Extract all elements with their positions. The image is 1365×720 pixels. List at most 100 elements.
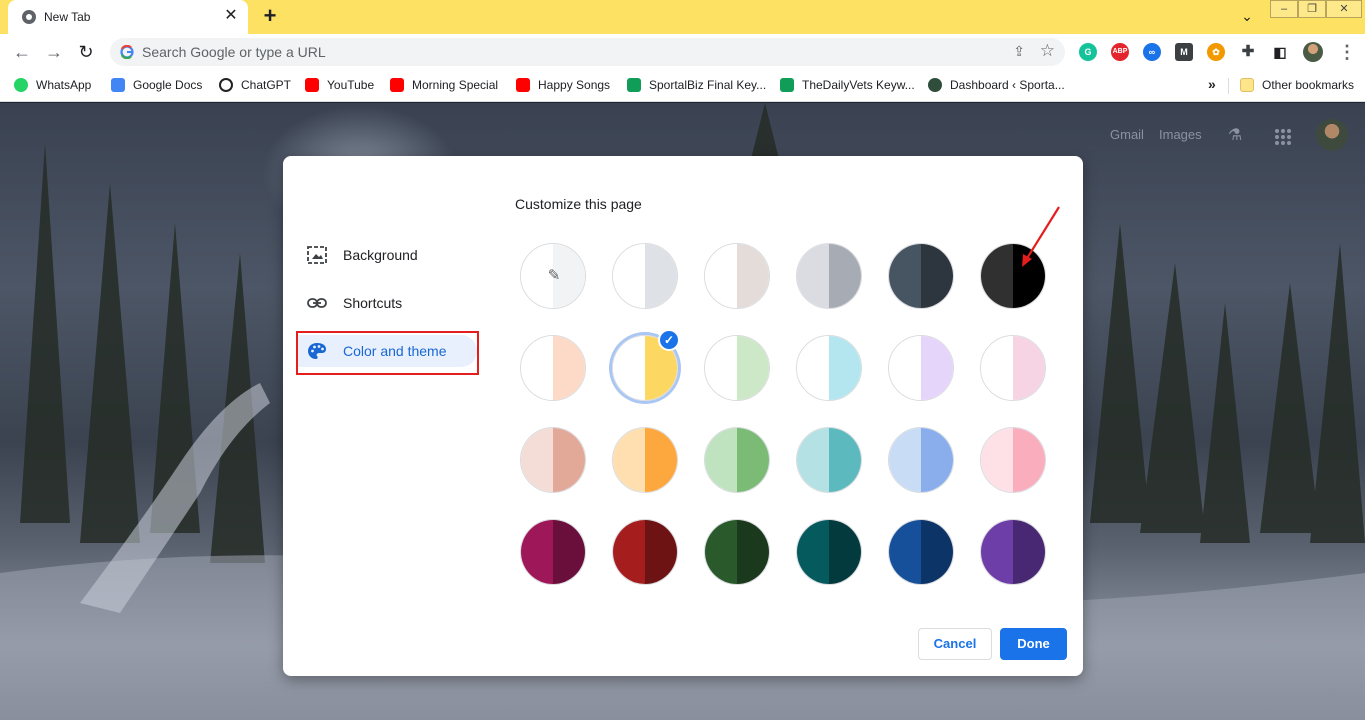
bookmark-label: Morning Special [412,78,499,92]
bookmark-star-icon[interactable]: ☆ [1040,41,1055,61]
eyedropper-icon: ✎ [547,267,561,284]
swatch-left-half [797,244,829,308]
reload-button[interactable]: ↻ [74,40,98,64]
kebab-menu-icon[interactable]: ⋮ [1338,41,1356,63]
google-apps-grid-icon[interactable] [1273,127,1293,147]
bookmark-label: ChatGPT [241,78,292,92]
bookmark-youtube[interactable]: YouTube [305,78,374,94]
new-tab-button[interactable]: + [258,5,282,29]
browser-toolbar: ← → ↻ Search Google or type a URL ⇪ ☆ G … [0,34,1365,70]
chevron-down-icon[interactable]: ⌄ [1237,6,1257,26]
tab-new-tab[interactable]: New Tab ✕ [8,0,248,34]
restore-button[interactable]: ❐ [1298,0,1326,18]
theme-swatch-dark-red[interactable] [612,519,678,585]
chrome-icon [22,10,36,24]
youtube-icon [305,78,319,92]
labs-flask-icon[interactable]: ⚗ [1225,125,1245,145]
theme-swatch-light-cyan[interactable] [796,335,862,401]
theme-swatch-dark-purple[interactable] [980,519,1046,585]
google-sheets-icon [627,78,641,92]
bookmark-label: TheDailyVets Keyw... [802,78,915,92]
bookmark-morning-special[interactable]: Morning Special [390,78,498,94]
link-icon [307,298,327,308]
swatch-left-half [521,428,553,492]
profile-avatar[interactable] [1303,42,1323,62]
theme-swatch-blue-grey[interactable] [888,243,954,309]
share-icon[interactable]: ⇪ [1013,43,1025,60]
theme-swatch-salmon[interactable] [520,427,586,493]
theme-swatch-blue[interactable] [888,427,954,493]
theme-swatch-green[interactable] [704,427,770,493]
address-bar[interactable]: Search Google or type a URL ⇪ ☆ [110,38,1065,66]
google-sheets-icon [780,78,794,92]
cancel-button[interactable]: Cancel [918,628,992,660]
customize-pencil-icon[interactable]: ✎ [1326,686,1339,706]
images-link[interactable]: Images [1159,127,1202,142]
infinity-extension-icon[interactable]: ∞ [1143,43,1161,61]
swatch-right-half [829,428,861,492]
swatch-right-half [829,336,861,400]
bookmark-google-docs[interactable]: Google Docs [111,78,202,94]
theme-swatch-cool-grey[interactable] [796,243,862,309]
theme-swatch-dark-teal[interactable] [796,519,862,585]
theme-swatch-orange[interactable] [612,427,678,493]
other-bookmarks-folder[interactable]: Other bookmarks [1240,78,1354,94]
swatch-left-half [889,336,921,400]
sidebar-item-label: Shortcuts [343,295,403,311]
close-window-button[interactable]: ✕ [1326,0,1362,18]
gmail-link[interactable]: Gmail [1110,127,1144,142]
swatch-left-half [981,428,1013,492]
swatch-left-half [613,520,645,584]
bookmark-label: Dashboard ‹ Sporta... [950,78,1065,92]
forward-button[interactable]: → [42,40,66,64]
theme-swatch-dark-blue[interactable] [888,519,954,585]
close-icon[interactable]: ✕ [222,7,240,25]
grammarly-extension-icon[interactable]: G [1079,43,1097,61]
flower-extension-icon[interactable]: ✿ [1207,43,1225,61]
bookmark-whatsapp[interactable]: WhatsApp [14,78,91,94]
theme-swatch-teal[interactable] [796,427,862,493]
done-button[interactable]: Done [1000,628,1067,660]
folder-icon [1240,78,1254,92]
bookmark-label: WhatsApp [36,78,92,92]
swatch-left-half [521,520,553,584]
swatch-right-half [737,428,769,492]
theme-swatch-light-pink[interactable] [980,335,1046,401]
bookmark-chatgpt[interactable]: ChatGPT [219,78,291,94]
minimize-button[interactable]: – [1270,0,1298,18]
adblock-plus-extension-icon[interactable]: ABP [1111,43,1129,61]
swatch-right-half [921,244,953,308]
side-panel-icon[interactable]: ◧ [1271,43,1289,61]
sidebar-item-shortcuts[interactable]: Shortcuts [297,287,477,319]
more-bookmarks-chevron-icon[interactable]: » [1208,76,1216,92]
swatch-right-half [1013,336,1045,400]
theme-swatch-custom-color-picker[interactable]: ✎ [520,243,586,309]
theme-swatch-warm-grey[interactable] [704,243,770,309]
bookmark-thedailyvets[interactable]: TheDailyVets Keyw... [780,78,915,94]
bookmarks-bar: WhatsApp Google Docs ChatGPT YouTube Mor… [0,70,1365,102]
theme-swatch-dark-green[interactable] [704,519,770,585]
sidebar-item-background[interactable]: Background [297,239,477,271]
theme-swatch-light-purple[interactable] [888,335,954,401]
bookmark-sportalbiz[interactable]: SportalBiz Final Key... [627,78,766,94]
m-extension-icon[interactable]: M [1175,43,1193,61]
theme-swatch-dark-magenta[interactable] [520,519,586,585]
dialog-title: Customize this page [515,196,642,212]
bookmark-dashboard[interactable]: Dashboard ‹ Sporta... [928,78,1065,94]
chatgpt-icon [219,78,233,92]
google-icon [120,45,134,59]
extensions-puzzle-icon[interactable]: ✚ [1239,43,1257,61]
bookmark-happy-songs[interactable]: Happy Songs [516,78,610,94]
swatch-right-half [645,428,677,492]
theme-swatch-beige-peach[interactable] [520,335,586,401]
swatch-left-half [981,520,1013,584]
account-avatar[interactable] [1316,119,1348,151]
theme-swatch-default-light[interactable] [612,243,678,309]
bookmark-label: SportalBiz Final Key... [649,78,767,92]
theme-swatch-pink[interactable] [980,427,1046,493]
theme-swatch-light-green[interactable] [704,335,770,401]
youtube-icon [390,78,404,92]
annotation-highlight-box [296,331,479,375]
back-button[interactable]: ← [10,40,34,64]
swatch-right-half [737,244,769,308]
